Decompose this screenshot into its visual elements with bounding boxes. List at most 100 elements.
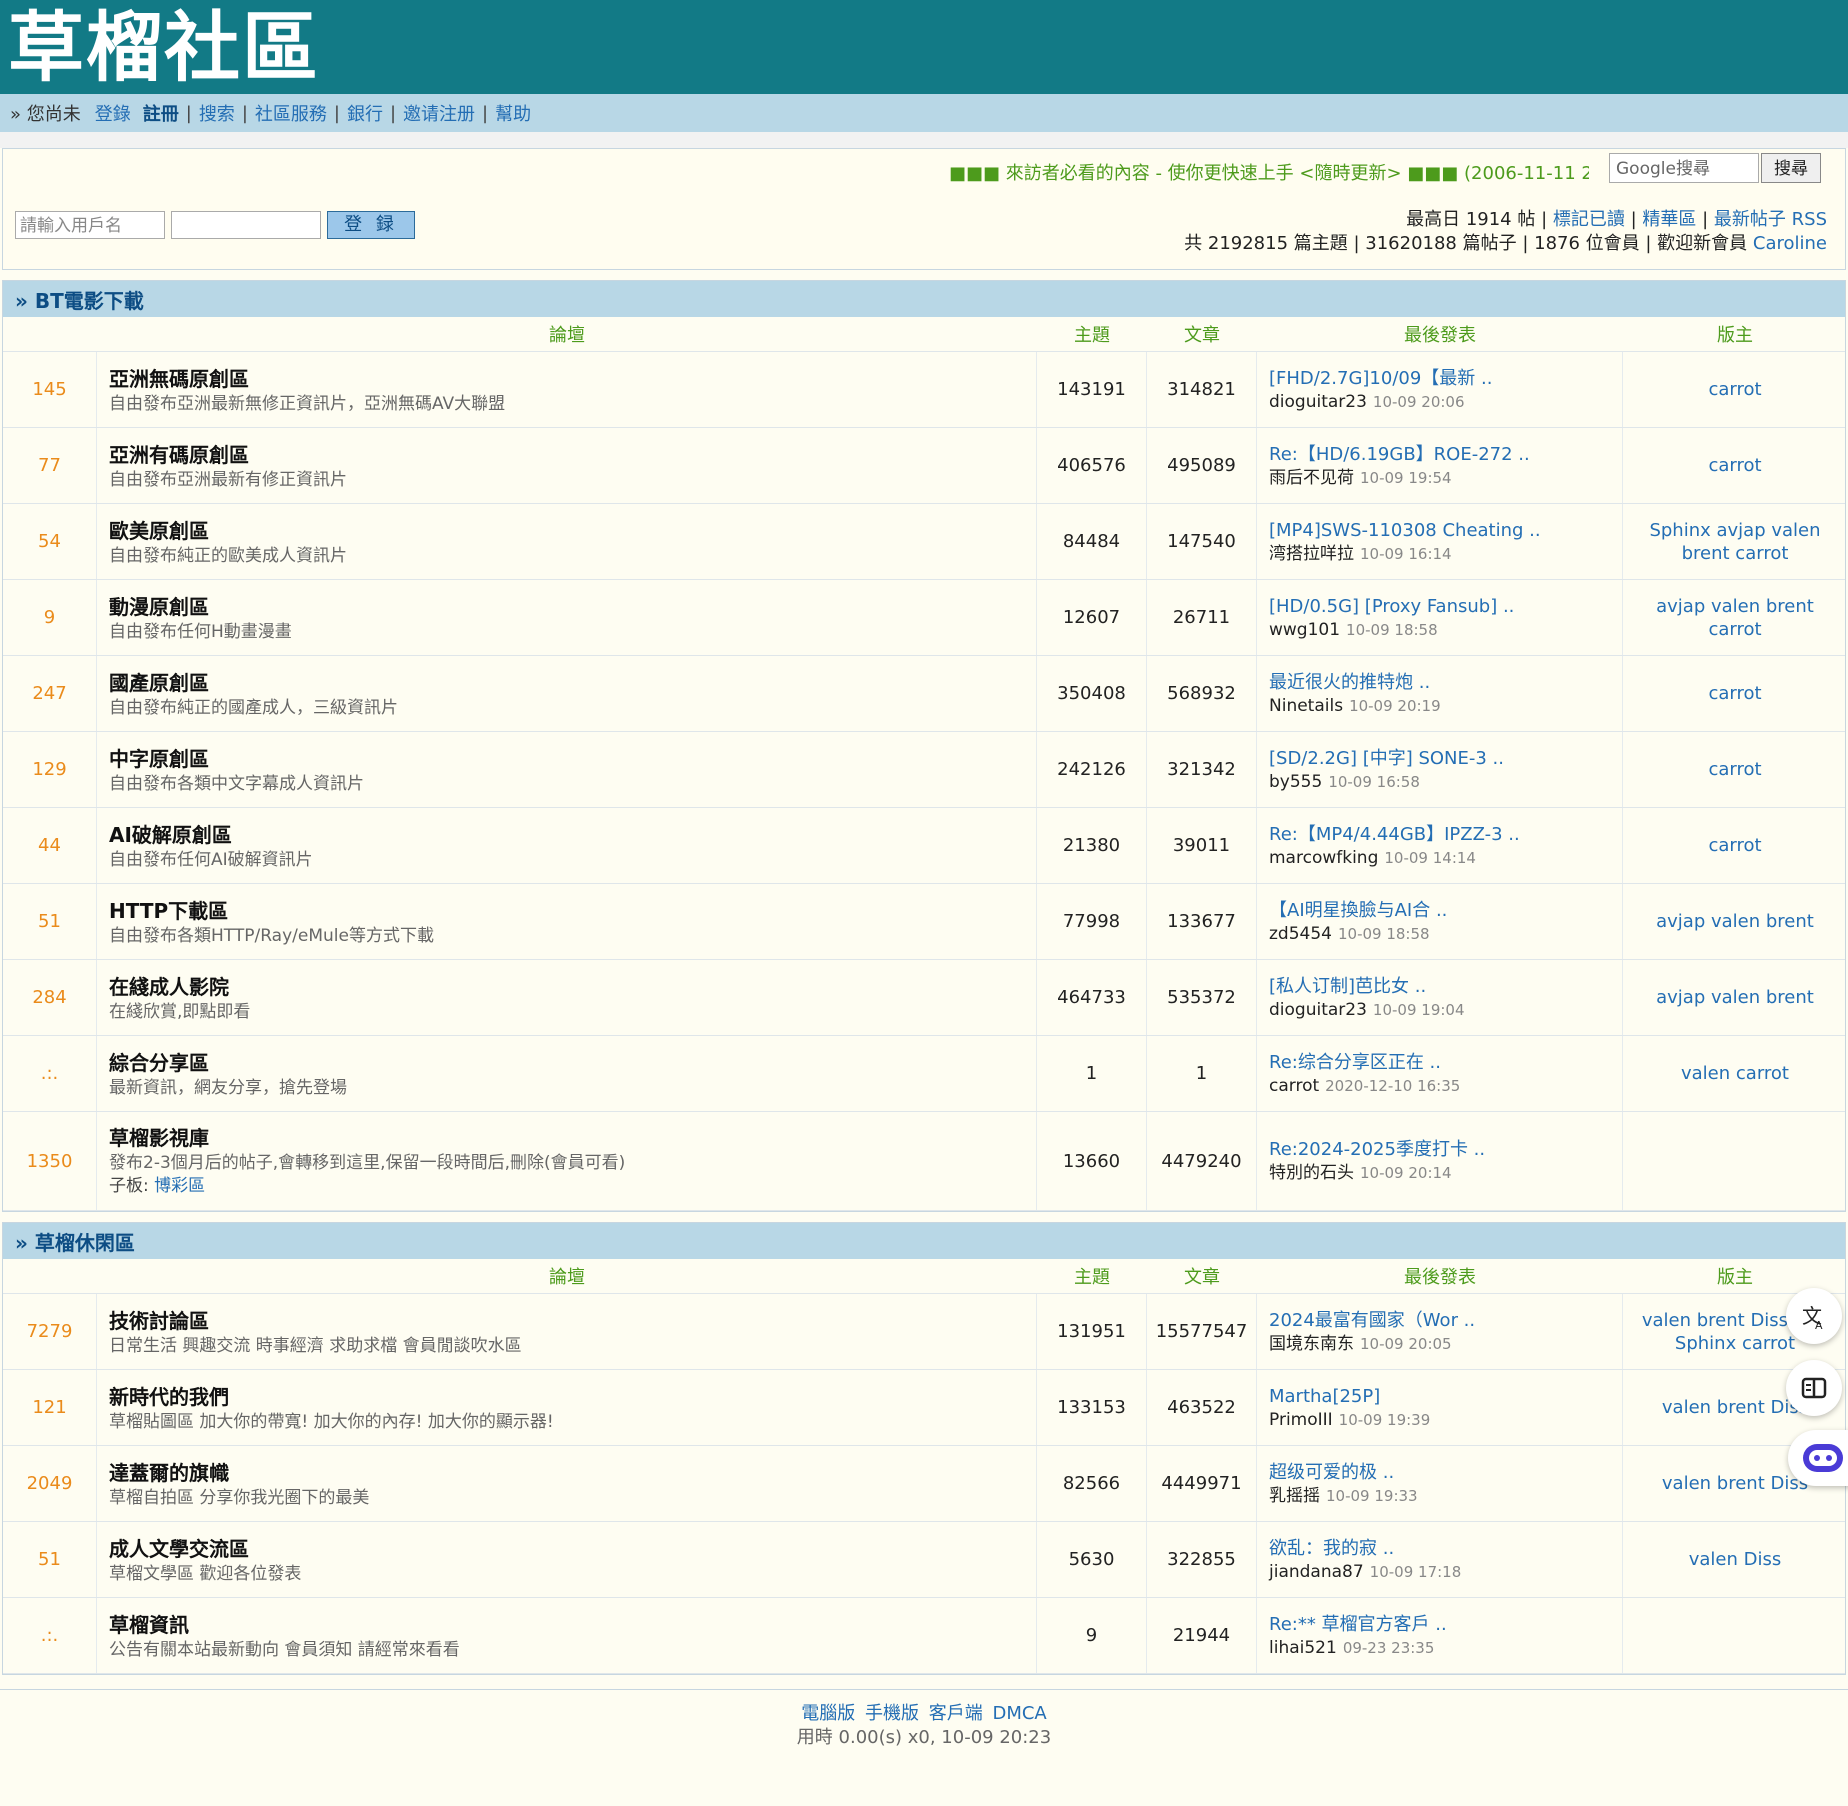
last-post-user[interactable]: zd5454 [1269, 924, 1332, 944]
last-post-user[interactable]: carrot [1269, 1076, 1319, 1096]
last-post-user[interactable]: marcowfking [1269, 848, 1378, 868]
nav-help-link[interactable]: 幫助 [495, 100, 531, 126]
last-post-time: 10-09 19:33 [1326, 1486, 1418, 1505]
announcement-link[interactable]: ■■■ 來訪者必看的內容 - 使你更快速上手 <隨時更新> ■■■ (2006-… [949, 159, 1589, 185]
forum-name-link[interactable]: 草榴資訊 [109, 1611, 189, 1639]
digest-link[interactable]: 精華區 [1642, 209, 1696, 230]
footer-client-link[interactable]: 客戶端 [929, 1703, 983, 1724]
last-post-link[interactable]: [FHD/2.7G]10/09【最新 .. [1269, 367, 1492, 391]
footer-desktop-link[interactable]: 電腦版 [801, 1703, 855, 1724]
last-post-link[interactable]: [HD/0.5G] [Proxy Fansub] .. [1269, 595, 1514, 619]
footer-dmca-link[interactable]: DMCA [992, 1703, 1046, 1724]
last-post-user[interactable]: 特別的石头 [1269, 1163, 1354, 1183]
latest-posts-link[interactable]: 最新帖子 [1714, 209, 1786, 230]
nav-search-link[interactable]: 搜索 [199, 100, 235, 126]
col-posts: 文章 [1184, 1267, 1220, 1288]
moderators[interactable]: Sphinx avjap valen brent carrot [1623, 504, 1847, 579]
last-post-link[interactable]: 【AI明星換臉与AI合 .. [1269, 899, 1447, 923]
forum-name-link[interactable]: 亞洲無碼原創區 [109, 365, 249, 393]
last-post-link[interactable]: Re:【MP4/4.44GB】IPZZ-3 .. [1269, 823, 1520, 847]
forum-name-link[interactable]: AI破解原創區 [109, 821, 232, 849]
last-post-user[interactable]: by555 [1269, 772, 1322, 792]
moderators[interactable]: avjap valen brent [1623, 884, 1847, 959]
moderators[interactable]: carrot [1623, 428, 1847, 503]
forum-name-link[interactable]: 在綫成人影院 [109, 973, 229, 1001]
forum-name-link[interactable]: 國產原創區 [109, 669, 209, 697]
login-button[interactable]: 登 録 [327, 211, 415, 239]
site-logo[interactable]: 草榴社區 [8, 8, 320, 88]
last-post-user[interactable]: Ninetails [1269, 696, 1343, 716]
moderators[interactable] [1623, 1112, 1847, 1210]
moderators[interactable]: carrot [1623, 352, 1847, 427]
nav-invite-link[interactable]: 邀请注册 [403, 100, 475, 126]
subforum-link[interactable]: 博彩區 [154, 1176, 205, 1196]
forum-row: 44 AI破解原創區 自由發布任何AI破解資訊片 21380 39011 Re:… [3, 808, 1845, 884]
moderators[interactable]: avjap valen brent [1623, 960, 1847, 1035]
forum-name-link[interactable]: 草榴影視庫 [109, 1124, 209, 1152]
column-headers: 論壇 主題 文章 最後發表 版主 [3, 1259, 1845, 1294]
moderators[interactable] [1623, 1598, 1847, 1673]
last-post-user[interactable]: 国境东南东 [1269, 1334, 1354, 1354]
last-post-user[interactable]: dioguitar23 [1269, 392, 1367, 412]
last-post-user[interactable]: 湾搭拉咩拉 [1269, 544, 1354, 564]
assistant-icon[interactable] [1788, 1430, 1848, 1486]
last-post-link[interactable]: Re:** 草榴官方客戶 .. [1269, 1613, 1447, 1637]
last-post-link[interactable]: [私人订制]芭比女 .. [1269, 975, 1426, 999]
forum-name-link[interactable]: 亞洲有碼原創區 [109, 441, 249, 469]
forum-name-link[interactable]: 成人文學交流區 [109, 1535, 249, 1563]
forum-name-link[interactable]: 中字原創區 [109, 745, 209, 773]
rss-link[interactable]: RSS [1792, 209, 1827, 230]
nav-bank-link[interactable]: 銀行 [347, 100, 383, 126]
last-post-link[interactable]: Re:2024-2025季度打卡 .. [1269, 1138, 1485, 1162]
last-post-link[interactable]: Re:【HD/6.19GB】ROE-272 .. [1269, 443, 1530, 467]
last-post-link[interactable]: Martha[25P] [1269, 1385, 1380, 1409]
footer-mobile-link[interactable]: 手機版 [865, 1703, 919, 1724]
forum-name-link[interactable]: 技術討論區 [109, 1307, 209, 1335]
google-search-input[interactable]: Google搜尋 [1609, 153, 1759, 183]
last-post-link[interactable]: 欲乱：我的寂 .. [1269, 1537, 1394, 1561]
nav-login-link[interactable]: 登錄 [95, 100, 131, 126]
moderators[interactable]: carrot [1623, 656, 1847, 731]
last-post-user[interactable]: jiandana87 [1269, 1562, 1364, 1582]
last-post-user[interactable]: lihai521 [1269, 1638, 1337, 1658]
forum-row: 129 中字原創區 自由發布各類中文字幕成人資訊片 242126 321342 … [3, 732, 1845, 808]
forum-name-link[interactable]: 新時代的我們 [109, 1383, 229, 1411]
moderators[interactable]: valen Diss [1623, 1522, 1847, 1597]
last-post-user[interactable]: wwg101 [1269, 620, 1340, 640]
nav-services-link[interactable]: 社區服務 [255, 100, 327, 126]
last-post-link[interactable]: Re:综合分享区正在 .. [1269, 1051, 1441, 1075]
moderators[interactable]: avjap valen brent carrot [1623, 580, 1847, 655]
section-title[interactable]: » BT電影下載 [3, 281, 1845, 317]
last-post-link[interactable]: 最近很火的推特炮 .. [1269, 671, 1430, 695]
last-post-user[interactable]: dioguitar23 [1269, 1000, 1367, 1020]
col-moderators: 版主 [1717, 325, 1753, 346]
forum-name-link[interactable]: 歐美原創區 [109, 517, 209, 545]
translate-icon[interactable]: 文A [1786, 1288, 1842, 1344]
topic-count: 350408 [1037, 656, 1147, 731]
moderators[interactable]: valen carrot [1623, 1036, 1847, 1111]
moderators[interactable]: carrot [1623, 732, 1847, 807]
last-post-link[interactable]: 2024最富有國家（Wor .. [1269, 1309, 1475, 1333]
section-title[interactable]: » 草榴休閑區 [3, 1223, 1845, 1259]
nav-register-link[interactable]: 註冊 [143, 100, 179, 126]
forum-name-link[interactable]: 綜合分享區 [109, 1049, 209, 1077]
forum-name-link[interactable]: HTTP下載區 [109, 897, 228, 925]
password-input[interactable] [171, 211, 321, 239]
today-count: .:. [3, 1598, 97, 1673]
last-post-user[interactable]: 雨后不见荷 [1269, 468, 1354, 488]
username-input[interactable]: 請輸入用戶名 [15, 211, 165, 239]
post-count: 4479240 [1147, 1112, 1257, 1210]
moderators[interactable]: carrot [1623, 808, 1847, 883]
last-post-user[interactable]: 乳摇摇 [1269, 1486, 1320, 1506]
last-post-link[interactable]: 超级可爱的极 .. [1269, 1461, 1394, 1485]
last-post-link[interactable]: [SD/2.2G] [中字] SONE-3 .. [1269, 747, 1504, 771]
newest-member-link[interactable]: Caroline [1753, 233, 1827, 254]
reader-icon[interactable] [1786, 1360, 1842, 1416]
google-search-button[interactable]: 搜尋 [1761, 153, 1821, 183]
forum-name-link[interactable]: 動漫原創區 [109, 593, 209, 621]
forum-name-link[interactable]: 達蓋爾的旗幟 [109, 1459, 229, 1487]
last-post-link[interactable]: [MP4]SWS-110308 Cheating .. [1269, 519, 1541, 543]
last-post-user[interactable]: PrimoIII [1269, 1410, 1333, 1430]
mark-read-link[interactable]: 標記已讀 [1553, 209, 1625, 230]
forum-description: 自由發布純正的歐美成人資訊片 [109, 545, 347, 566]
